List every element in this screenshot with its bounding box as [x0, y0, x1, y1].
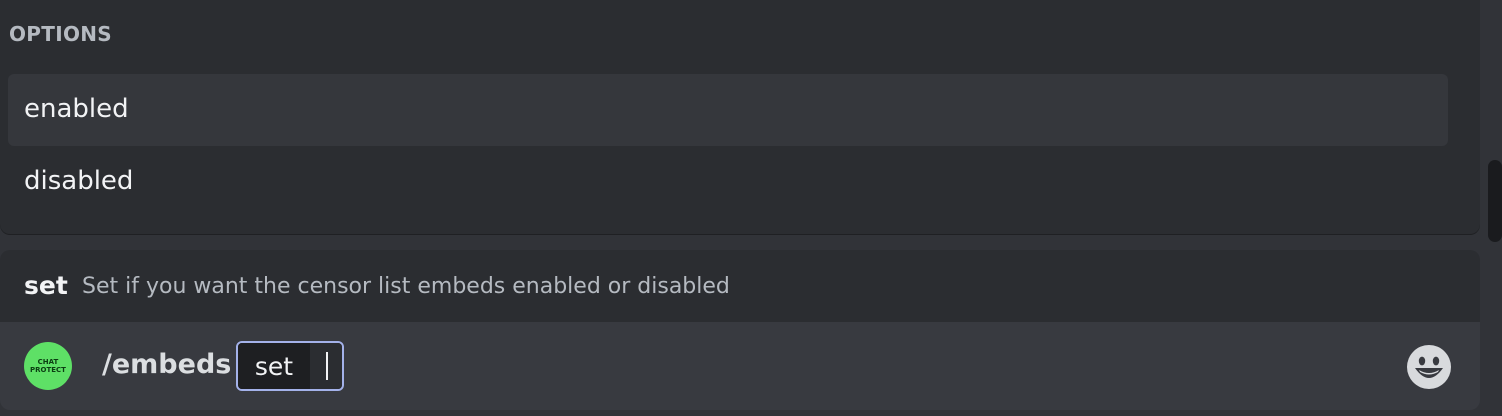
command-option-pill[interactable]: set [236, 341, 344, 391]
option-pill-name: set [238, 343, 310, 389]
smiley-face-icon[interactable] [1406, 344, 1452, 390]
hint-option-name: set [24, 271, 68, 300]
hint-option-description: Set if you want the censor list embeds e… [82, 274, 730, 299]
option-disabled[interactable]: disabled [8, 146, 1448, 218]
message-input-bar[interactable]: CHAT PROTECT /embeds set [0, 322, 1480, 410]
option-label: enabled [24, 94, 129, 124]
option-value-input[interactable] [310, 343, 342, 389]
text-caret [326, 352, 328, 380]
slash-command-name: /embeds [102, 349, 232, 380]
options-popup: OPTIONS enabled disabled [0, 0, 1480, 234]
scrollbar-thumb[interactable] [1488, 160, 1502, 242]
avatar-text-line1: CHAT [37, 358, 59, 366]
options-header: OPTIONS [9, 22, 112, 46]
app-window: OPTIONS enabled disabled set Set if you … [0, 0, 1502, 416]
option-enabled[interactable]: enabled [8, 74, 1448, 146]
option-label: disabled [24, 166, 134, 196]
command-option-hint: set Set if you want the censor list embe… [0, 250, 1480, 322]
message-composer: set Set if you want the censor list embe… [0, 250, 1480, 410]
avatar-text-line2: PROTECT [30, 366, 66, 374]
bot-avatar-icon: CHAT PROTECT [24, 342, 72, 390]
